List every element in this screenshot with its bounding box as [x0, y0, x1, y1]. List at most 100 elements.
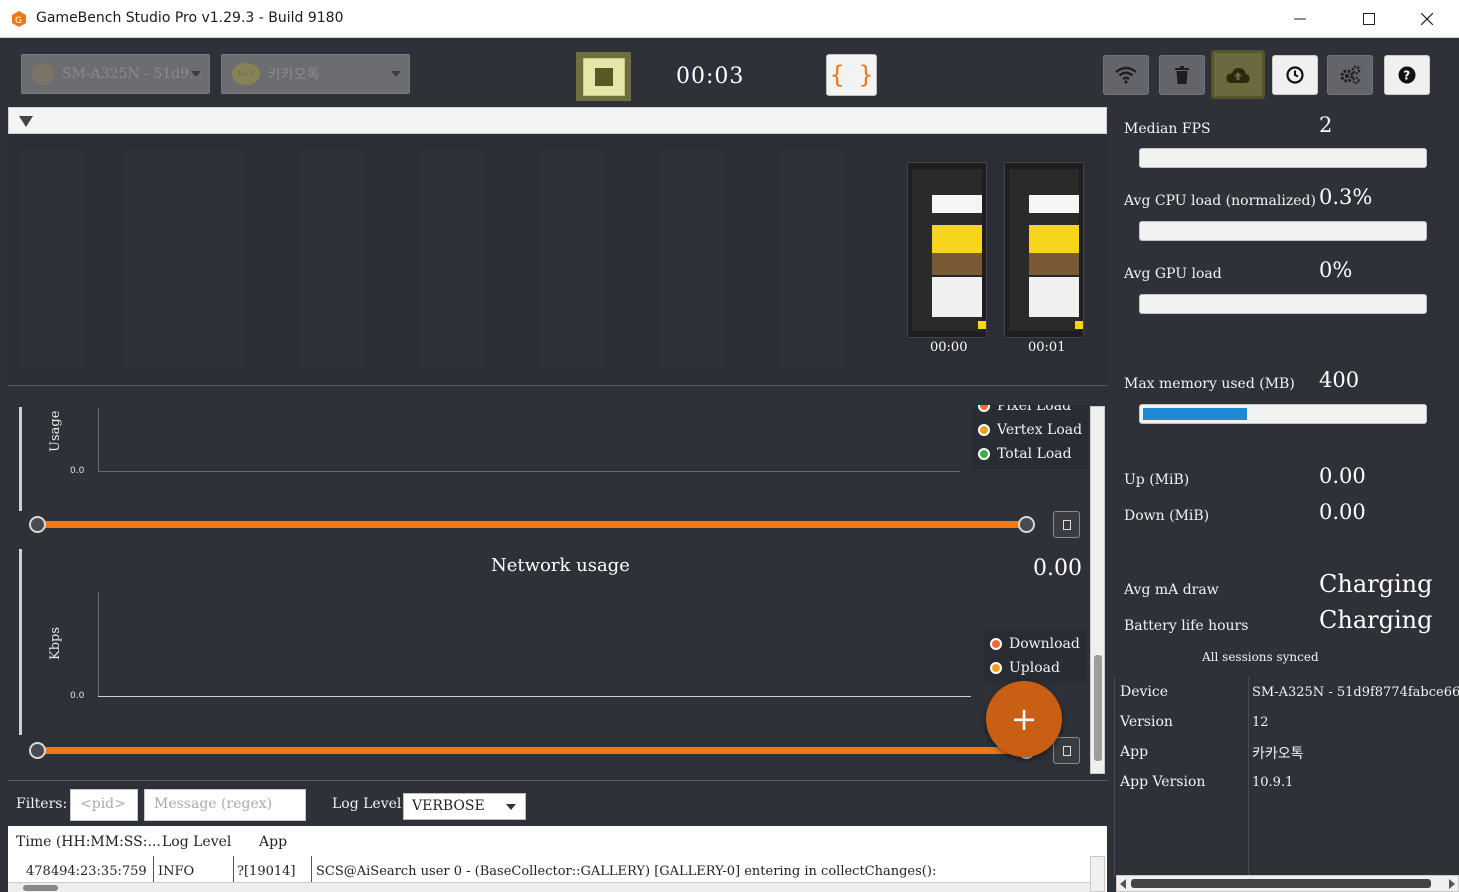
- legend-dot-icon: [990, 638, 1002, 650]
- device-info-value: 10.9.1: [1252, 775, 1294, 790]
- clock-icon: [1286, 66, 1304, 84]
- network-chart-value: 0.00: [1033, 556, 1082, 581]
- legend-item[interactable]: Download: [990, 632, 1080, 656]
- device-info-key: Version: [1120, 714, 1173, 730]
- legend-item[interactable]: Vertex Load: [978, 418, 1082, 442]
- max-memory-fill: [1143, 408, 1247, 420]
- avg-ma-value: Charging: [1319, 570, 1433, 598]
- scrollbar-thumb[interactable]: [23, 885, 58, 891]
- pid-filter-input[interactable]: <pid>: [70, 789, 138, 821]
- column-header-level[interactable]: Log Level: [162, 834, 231, 850]
- network-time-range-slider[interactable]: [38, 747, 1028, 754]
- chart-divider: [19, 549, 22, 735]
- legend-dot-icon: [978, 424, 990, 436]
- avg-gpu-value: 0%: [1319, 258, 1353, 282]
- scroll-left-icon[interactable]: [1120, 879, 1126, 889]
- toolbar: SM-A325N - 51d9... TALK 카카오톡 00:03 { } ?: [0, 38, 1459, 106]
- stats-panel: Median FPS 2 Avg CPU load (normalized) 0…: [1114, 107, 1459, 892]
- download-value: 0.00: [1319, 500, 1366, 524]
- network-chart-zero: 0.0: [70, 691, 85, 701]
- delete-button[interactable]: [1159, 55, 1205, 95]
- collapse-triangle-icon[interactable]: [19, 116, 33, 127]
- title-bar: G GameBench Studio Pro v1.29.3 - Build 9…: [0, 0, 1459, 38]
- wifi-button[interactable]: [1103, 55, 1149, 95]
- cloud-upload-button[interactable]: [1211, 50, 1265, 99]
- legend-dot-icon: [978, 448, 990, 460]
- avg-cpu-bar: [1139, 221, 1427, 241]
- json-button[interactable]: { }: [826, 54, 877, 96]
- screen-flow-placeholder: [182, 148, 242, 370]
- thumbnail-time: 00:01: [1028, 340, 1066, 355]
- screen-flow-header[interactable]: Screen Flow: [8, 107, 1107, 134]
- scrollbar-thumb[interactable]: [1131, 879, 1431, 888]
- median-fps-label: Median FPS: [1124, 121, 1211, 137]
- legend-label: Pixel Load: [997, 405, 1072, 414]
- avg-ma-label: Avg mA draw: [1124, 582, 1219, 598]
- gpu-time-range-slider[interactable]: [38, 521, 1028, 528]
- history-button[interactable]: [1272, 55, 1318, 95]
- app-logo-icon: G: [12, 11, 26, 27]
- filters-label: Filters:: [16, 796, 68, 812]
- screen-flow-placeholder: [22, 148, 82, 370]
- gpu-chart-export-button[interactable]: [1053, 511, 1080, 538]
- add-fab-button[interactable]: +: [986, 681, 1062, 757]
- stop-recording-button[interactable]: [576, 52, 631, 101]
- scrollbar-thumb[interactable]: [1094, 655, 1102, 761]
- column-header-app[interactable]: App: [259, 834, 287, 850]
- kakaotalk-icon: TALK: [232, 63, 260, 85]
- chevron-down-icon: [191, 71, 201, 77]
- wifi-icon: [1115, 66, 1137, 84]
- device-info-value: 12: [1252, 715, 1269, 730]
- settings-button[interactable]: [1327, 55, 1373, 95]
- log-table: Time (HH:MM:SS:... Log Level App 478494:…: [8, 826, 1107, 892]
- legend-dot-icon: [978, 405, 990, 412]
- charts-area: [8, 387, 1107, 777]
- battery-life-value: Charging: [1319, 606, 1433, 634]
- close-button[interactable]: [1404, 0, 1450, 38]
- log-level-select[interactable]: VERBOSE: [403, 793, 526, 820]
- median-fps-value: 2: [1319, 113, 1333, 137]
- avg-cpu-label: Avg CPU load (normalized): [1124, 193, 1316, 209]
- screen-flow-placeholder: [542, 148, 602, 370]
- avg-cpu-value: 0.3%: [1319, 185, 1373, 209]
- avg-gpu-bar: [1139, 294, 1427, 314]
- charts-scrollbar[interactable]: [1090, 406, 1105, 774]
- log-level-value: VERBOSE: [412, 798, 485, 814]
- gpu-slider-end-handle[interactable]: [1018, 516, 1035, 533]
- column-header-time[interactable]: Time (HH:MM:SS:...: [16, 834, 161, 850]
- legend-item[interactable]: Upload: [990, 656, 1080, 680]
- network-slider-start-handle[interactable]: [29, 742, 46, 759]
- app-dropdown[interactable]: TALK 카카오톡: [221, 54, 410, 94]
- svg-text:?: ?: [1403, 69, 1410, 83]
- legend-item[interactable]: Pixel Load: [978, 405, 1082, 418]
- help-button[interactable]: ?: [1384, 55, 1430, 95]
- minimize-button[interactable]: [1277, 0, 1323, 38]
- document-icon: [1062, 745, 1071, 756]
- svg-text:G: G: [15, 16, 22, 26]
- settings-icon: [1340, 65, 1361, 85]
- network-chart-x-axis: [98, 696, 971, 697]
- stats-hscrollbar[interactable]: [1116, 875, 1459, 892]
- screen-flow-placeholder: [122, 148, 182, 370]
- screen-flow-placeholder: [422, 148, 482, 370]
- screen-thumbnail[interactable]: [907, 162, 987, 338]
- maximize-button[interactable]: [1346, 0, 1392, 38]
- message-filter-input[interactable]: Message (regex): [144, 789, 306, 821]
- log-level-cell: INFO: [158, 864, 195, 879]
- device-info-table: Device SM-A325N - 51d9f8774fabce66 Versi…: [1114, 677, 1459, 877]
- log-hscrollbar[interactable]: [8, 882, 1090, 892]
- network-chart-export-button[interactable]: [1053, 737, 1080, 764]
- log-message-cell: SCS@AiSearch user 0 - (BaseCollector::GA…: [316, 864, 937, 879]
- log-time-cell: 478494:23:35:759: [26, 864, 147, 879]
- scroll-right-icon[interactable]: [1449, 879, 1455, 889]
- screen-flow-title: Screen Flow: [39, 113, 122, 128]
- legend-label: Vertex Load: [997, 422, 1083, 438]
- log-vscrollbar[interactable]: [1090, 856, 1105, 892]
- screen-thumbnail[interactable]: [1004, 162, 1084, 338]
- legend-item[interactable]: Total Load: [978, 442, 1082, 466]
- help-icon: ?: [1398, 66, 1416, 84]
- network-chart-ylabel: Kbps: [48, 626, 63, 660]
- gpu-slider-start-handle[interactable]: [29, 516, 46, 533]
- device-dropdown[interactable]: SM-A325N - 51d9...: [21, 54, 210, 94]
- device-info-key: Device: [1120, 684, 1169, 700]
